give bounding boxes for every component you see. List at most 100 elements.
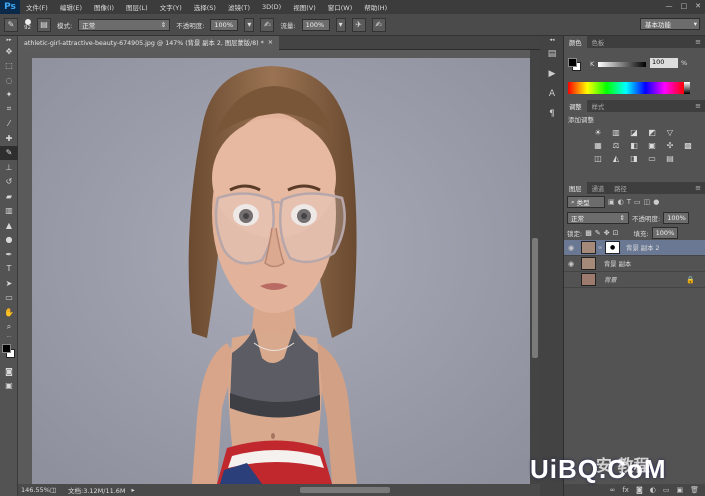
blur-tool-icon[interactable]: ▲: [0, 218, 18, 233]
fx-icon[interactable]: fx: [622, 486, 629, 494]
gradient-tool-icon[interactable]: ▥: [0, 204, 18, 219]
flow-dropdown-icon[interactable]: ▾: [335, 17, 346, 32]
type-tool-icon[interactable]: T: [0, 262, 18, 277]
levels-icon[interactable]: ▥: [610, 127, 622, 137]
tab-swatches[interactable]: 色板: [587, 36, 610, 48]
lock-all-icon[interactable]: ⊡: [613, 229, 619, 237]
layer-filter-select[interactable]: ⌕ 类型: [567, 196, 605, 208]
hue-saturation-icon[interactable]: ▦: [592, 140, 604, 150]
filter-toggle-icon[interactable]: ●: [653, 198, 659, 206]
zoom-level[interactable]: 146.55%: [18, 486, 50, 494]
history-panel-icon[interactable]: ▤: [540, 44, 564, 64]
pen-tool-icon[interactable]: ✒: [0, 247, 18, 262]
delete-layer-icon[interactable]: 🗑: [690, 486, 699, 494]
color-balance-icon[interactable]: ⚖: [610, 140, 622, 150]
menu-select[interactable]: 选择(S): [188, 2, 222, 12]
k-slider[interactable]: [598, 62, 646, 67]
eyedropper-tool-icon[interactable]: ⁄: [0, 117, 18, 132]
workspace-select[interactable]: 基本功能 ▾: [640, 18, 700, 30]
quick-select-tool-icon[interactable]: ✦: [0, 88, 18, 103]
flow-input[interactable]: 100%: [301, 18, 330, 31]
hand-tool-icon[interactable]: ✋: [0, 305, 18, 320]
horizontal-scroll-thumb[interactable]: [300, 487, 390, 493]
color-swatches[interactable]: [0, 340, 18, 364]
maximize-button[interactable]: □: [681, 2, 688, 10]
document-image[interactable]: [32, 58, 530, 484]
layer-opacity-input[interactable]: 100%: [663, 211, 690, 224]
layer-row[interactable]: ◉ 背景 副本: [564, 256, 705, 272]
link-icon[interactable]: ∞: [598, 245, 602, 251]
layer-mask-thumbnail[interactable]: ●: [605, 241, 621, 254]
dodge-tool-icon[interactable]: ●: [0, 233, 18, 248]
opacity-dropdown-icon[interactable]: ▾: [244, 17, 255, 32]
airbrush-icon[interactable]: ✈: [351, 17, 366, 32]
panel-grip[interactable]: ◂◂: [540, 36, 564, 44]
menu-3d[interactable]: 3D(D): [256, 3, 287, 11]
curves-icon[interactable]: ◪: [628, 127, 640, 137]
color-lookup-icon[interactable]: ▩: [682, 140, 694, 150]
menu-layer[interactable]: 图层(L): [120, 2, 154, 12]
tab-layers[interactable]: 图层: [564, 182, 587, 194]
eye-icon[interactable]: ◉: [564, 260, 578, 268]
history-brush-tool-icon[interactable]: ↺: [0, 175, 18, 190]
pressure-size-icon[interactable]: ✍: [371, 17, 386, 32]
path-select-tool-icon[interactable]: ➤: [0, 276, 18, 291]
status-menu-icon[interactable]: ▸: [132, 486, 135, 494]
actions-panel-icon[interactable]: ▶: [540, 64, 564, 84]
vertical-scroll-thumb[interactable]: [532, 238, 538, 358]
canvas-area[interactable]: [18, 50, 530, 484]
mode-select[interactable]: 正常 ⇕: [78, 18, 171, 31]
layer-name[interactable]: 背景 副本: [604, 259, 631, 268]
channel-mixer-icon[interactable]: ✣: [664, 140, 676, 150]
tab-styles[interactable]: 样式: [587, 100, 610, 112]
exposure-icon[interactable]: ◩: [646, 127, 658, 137]
opacity-input[interactable]: 100%: [210, 18, 239, 31]
menu-image[interactable]: 图像(I): [88, 2, 120, 12]
layer-row-selected[interactable]: ◉ ∞ ● 背景 副本 2: [564, 240, 705, 256]
new-group-icon[interactable]: ▭: [663, 486, 670, 494]
lock-transparent-icon[interactable]: ▩: [585, 229, 592, 237]
toolbar-grip[interactable]: ▸▸: [0, 36, 18, 44]
move-tool-icon[interactable]: ✥: [0, 44, 18, 59]
filter-pixel-icon[interactable]: ▣: [608, 198, 615, 206]
menu-filter[interactable]: 滤镜(T): [222, 2, 256, 12]
color-spectrum[interactable]: [568, 82, 684, 94]
brush-panel-icon[interactable]: ▤: [37, 17, 51, 32]
menu-window[interactable]: 窗口(W): [322, 2, 359, 12]
clone-stamp-tool-icon[interactable]: ⊥: [0, 160, 18, 175]
new-adjustment-icon[interactable]: ◐: [650, 486, 656, 494]
brightness-contrast-icon[interactable]: ☀: [592, 127, 604, 137]
tab-color[interactable]: 颜色: [564, 36, 587, 48]
close-tab-icon[interactable]: ×: [268, 39, 273, 46]
k-value-input[interactable]: 100: [650, 58, 678, 68]
vibrance-icon[interactable]: ▽: [664, 127, 676, 137]
eye-icon[interactable]: ◉: [564, 244, 578, 252]
crop-tool-icon[interactable]: ⌗: [0, 102, 18, 117]
gradient-map-icon[interactable]: ▭: [646, 153, 658, 163]
filter-type-icon[interactable]: T: [627, 198, 631, 206]
blend-mode-select[interactable]: 正常 ⇕: [567, 211, 629, 224]
shape-tool-icon[interactable]: ▭: [0, 291, 18, 306]
eye-hidden-icon[interactable]: ◉: [564, 276, 578, 284]
layer-row[interactable]: ◉ 背景 🔒: [564, 272, 705, 288]
menu-view[interactable]: 视图(V): [287, 2, 322, 12]
tab-paths[interactable]: 路径: [609, 182, 632, 194]
link-layers-icon[interactable]: ∞: [610, 486, 616, 494]
fill-input[interactable]: 100%: [651, 226, 678, 239]
brush-tool-icon[interactable]: ✎: [0, 145, 18, 160]
add-mask-icon[interactable]: ◙: [636, 486, 643, 494]
filter-adjustment-icon[interactable]: ◐: [618, 198, 624, 206]
posterize-icon[interactable]: ◭: [610, 153, 622, 163]
layer-name[interactable]: 背景: [604, 275, 617, 284]
marquee-tool-icon[interactable]: ⬚: [0, 59, 18, 74]
panel-menu-icon[interactable]: ≡: [695, 102, 705, 110]
healing-brush-tool-icon[interactable]: ✚: [0, 131, 18, 146]
quick-mask-icon[interactable]: ◙: [0, 364, 18, 379]
photo-filter-icon[interactable]: ▣: [646, 140, 658, 150]
tab-channels[interactable]: 通道: [587, 182, 610, 194]
character-panel-icon[interactable]: A: [540, 84, 564, 104]
panel-menu-icon[interactable]: ≡: [695, 38, 705, 46]
threshold-icon[interactable]: ◨: [628, 153, 640, 163]
lock-image-icon[interactable]: ✎: [595, 229, 601, 237]
minimize-button[interactable]: —: [666, 2, 673, 10]
